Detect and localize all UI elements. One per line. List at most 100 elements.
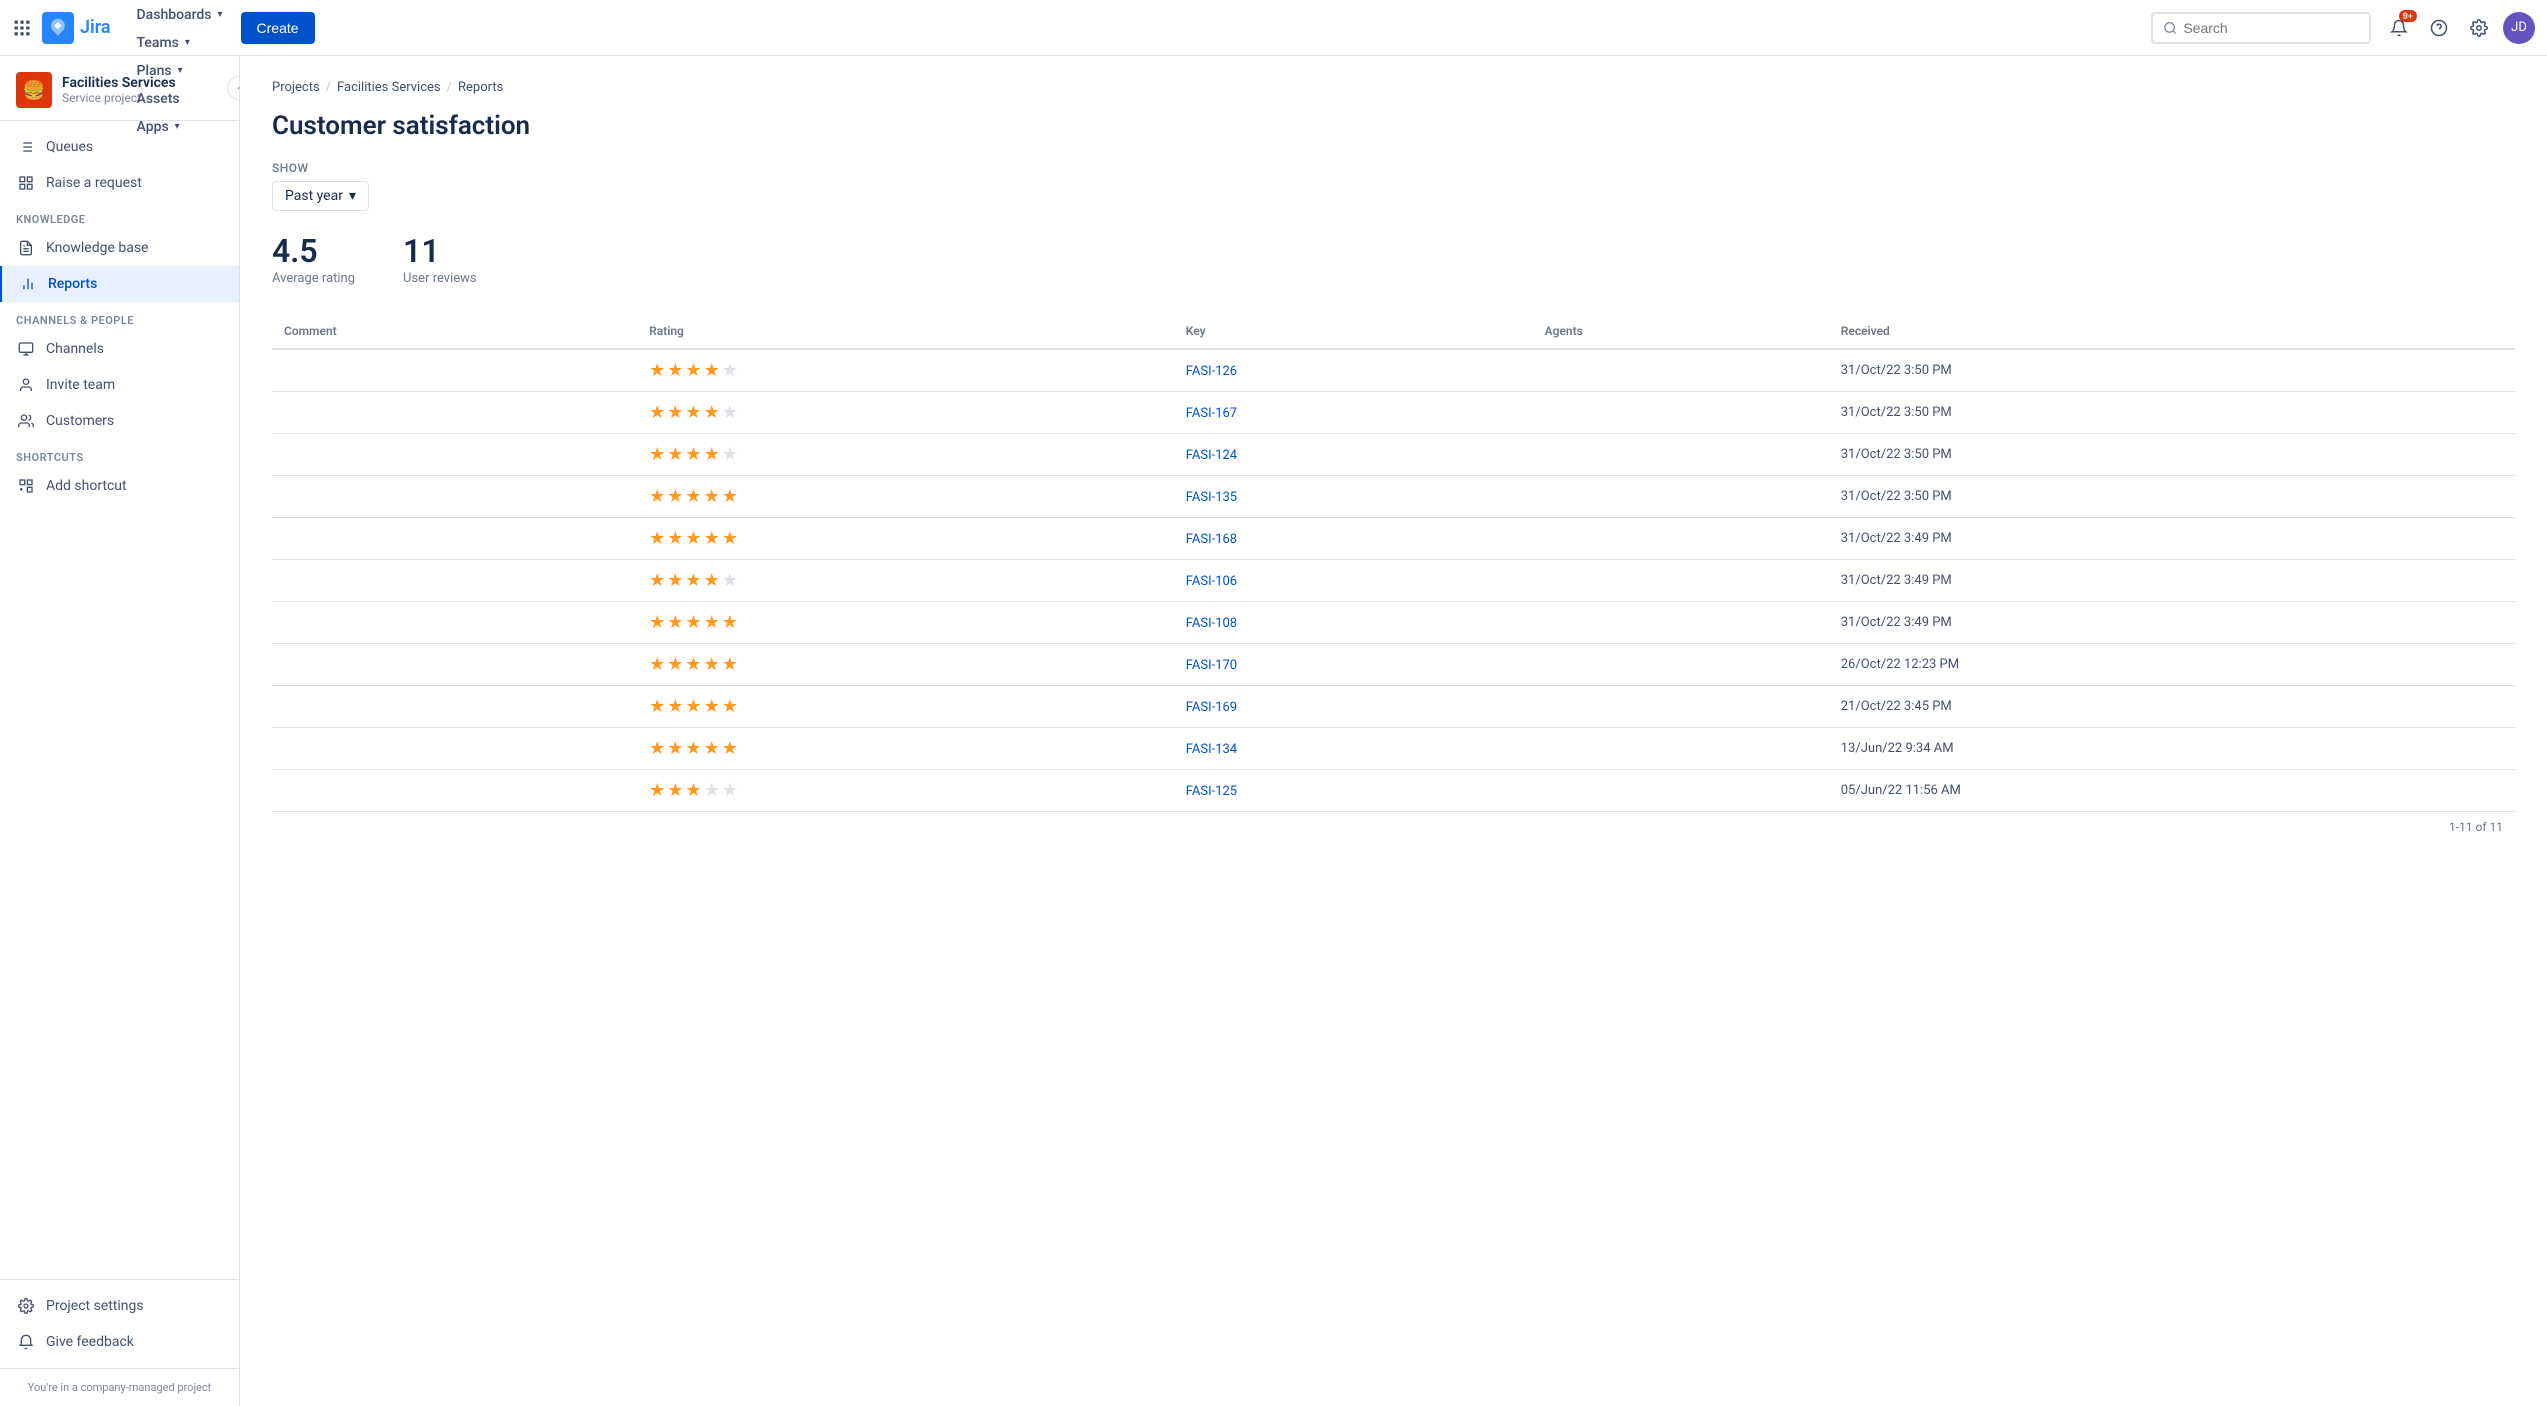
average-rating-stat: 4.5 Average rating bbox=[272, 235, 355, 286]
star-filled: ★ bbox=[667, 444, 683, 465]
cell-rating: ★★★★★ bbox=[637, 518, 1174, 560]
issue-key-link[interactable]: FASI-108 bbox=[1186, 616, 1237, 631]
shortcuts-section-label: SHORTCUTS bbox=[0, 439, 239, 468]
cell-received: 21/Oct/22 3:45 PM bbox=[1829, 686, 2515, 728]
cell-comment bbox=[272, 602, 637, 644]
settings-button[interactable] bbox=[2463, 12, 2495, 44]
filter-dropdown[interactable]: Past year ▾ bbox=[272, 181, 369, 211]
star-filled: ★ bbox=[685, 738, 701, 759]
cell-agents bbox=[1533, 770, 1829, 812]
sidebar-item-add-shortcut[interactable]: Add shortcut bbox=[0, 468, 239, 504]
topnav-item-apps[interactable]: Apps▾ bbox=[127, 113, 233, 141]
table-row: ★★★★★FASI-10631/Oct/22 3:49 PM bbox=[272, 560, 2515, 602]
star-filled: ★ bbox=[667, 486, 683, 507]
filter-value: Past year bbox=[285, 188, 343, 204]
user-avatar[interactable]: JD bbox=[2503, 12, 2535, 44]
cell-rating: ★★★★★ bbox=[637, 644, 1174, 686]
cell-key[interactable]: FASI-168 bbox=[1174, 518, 1533, 560]
star-filled: ★ bbox=[649, 402, 665, 423]
issue-key-link[interactable]: FASI-124 bbox=[1186, 448, 1237, 463]
sidebar-item-project-settings[interactable]: Project settings bbox=[0, 1288, 239, 1324]
topnav-item-teams[interactable]: Teams▾ bbox=[127, 29, 233, 57]
cell-comment bbox=[272, 518, 637, 560]
cell-received: 05/Jun/22 11:56 AM bbox=[1829, 770, 2515, 812]
sidebar-item-channels[interactable]: Channels bbox=[0, 331, 239, 367]
star-empty: ★ bbox=[722, 444, 738, 465]
queues-icon bbox=[16, 137, 36, 157]
breadcrumb-facilities-services[interactable]: Facilities Services bbox=[337, 80, 441, 95]
cell-key[interactable]: FASI-124 bbox=[1174, 434, 1533, 476]
topnav-item-plans[interactable]: Plans▾ bbox=[127, 57, 233, 85]
grid-menu-button[interactable] bbox=[12, 18, 32, 38]
stats-row: 4.5 Average rating 11 User reviews bbox=[272, 235, 2515, 286]
star-filled: ★ bbox=[649, 696, 665, 717]
cell-key[interactable]: FASI-170 bbox=[1174, 644, 1533, 686]
issue-key-link[interactable]: FASI-106 bbox=[1186, 574, 1237, 589]
issue-key-link[interactable]: FASI-134 bbox=[1186, 742, 1237, 757]
project-settings-icon bbox=[16, 1296, 36, 1316]
sidebar-item-invite-team[interactable]: Invite team bbox=[0, 367, 239, 403]
cell-key[interactable]: FASI-167 bbox=[1174, 392, 1533, 434]
chevron-down-icon: ▾ bbox=[178, 65, 183, 76]
project-settings-label: Project settings bbox=[46, 1298, 144, 1314]
cell-key[interactable]: FASI-169 bbox=[1174, 686, 1533, 728]
star-empty: ★ bbox=[722, 360, 738, 381]
star-filled: ★ bbox=[722, 528, 738, 549]
cell-key[interactable]: FASI-134 bbox=[1174, 728, 1533, 770]
star-filled: ★ bbox=[649, 654, 665, 675]
sidebar-item-give-feedback[interactable]: Give feedback bbox=[0, 1324, 239, 1360]
issue-key-link[interactable]: FASI-125 bbox=[1186, 784, 1237, 799]
issue-key-link[interactable]: FASI-126 bbox=[1186, 364, 1237, 379]
issue-key-link[interactable]: FASI-168 bbox=[1186, 532, 1237, 547]
issue-key-link[interactable]: FASI-167 bbox=[1186, 406, 1237, 421]
cell-received: 26/Oct/22 12:23 PM bbox=[1829, 644, 2515, 686]
star-filled: ★ bbox=[685, 528, 701, 549]
star-filled: ★ bbox=[685, 654, 701, 675]
cell-rating: ★★★★★ bbox=[637, 560, 1174, 602]
jira-logo[interactable]: Jira bbox=[42, 12, 111, 44]
cell-rating: ★★★★★ bbox=[637, 434, 1174, 476]
pagination: 1-11 of 11 bbox=[272, 812, 2515, 842]
col-key: Key bbox=[1174, 314, 1533, 349]
user-reviews-stat: 11 User reviews bbox=[403, 235, 477, 286]
create-button[interactable]: Create bbox=[241, 12, 315, 44]
sidebar-item-customers[interactable]: Customers bbox=[0, 403, 239, 439]
sidebar-item-raise-request[interactable]: Raise a request bbox=[0, 165, 239, 201]
cell-agents bbox=[1533, 686, 1829, 728]
cell-agents bbox=[1533, 560, 1829, 602]
cell-comment bbox=[272, 686, 637, 728]
col-received: Received bbox=[1829, 314, 2515, 349]
help-button[interactable] bbox=[2423, 12, 2455, 44]
issue-key-link[interactable]: FASI-169 bbox=[1186, 700, 1237, 715]
cell-key[interactable]: FASI-108 bbox=[1174, 602, 1533, 644]
cell-key[interactable]: FASI-126 bbox=[1174, 349, 1533, 392]
star-filled: ★ bbox=[704, 612, 720, 633]
star-filled: ★ bbox=[667, 360, 683, 381]
cell-key[interactable]: FASI-106 bbox=[1174, 560, 1533, 602]
cell-comment bbox=[272, 728, 637, 770]
cell-key[interactable]: FASI-135 bbox=[1174, 476, 1533, 518]
average-rating-value: 4.5 bbox=[272, 235, 355, 267]
raise-request-icon bbox=[16, 173, 36, 193]
search-input[interactable] bbox=[2183, 20, 2359, 36]
cell-comment bbox=[272, 560, 637, 602]
notification-count: 9+ bbox=[2399, 10, 2417, 22]
table-row: ★★★★★FASI-12505/Jun/22 11:56 AM bbox=[272, 770, 2515, 812]
sidebar-item-knowledge-base[interactable]: Knowledge base bbox=[0, 230, 239, 266]
breadcrumb: Projects / Facilities Services / Reports bbox=[272, 80, 2515, 95]
breadcrumb-projects[interactable]: Projects bbox=[272, 80, 320, 95]
topnav-item-dashboards[interactable]: Dashboards▾ bbox=[127, 1, 233, 29]
topnav-item-assets[interactable]: Assets bbox=[127, 85, 233, 113]
star-filled: ★ bbox=[704, 570, 720, 591]
search-box[interactable] bbox=[2151, 12, 2371, 44]
sidebar-item-reports[interactable]: Reports bbox=[0, 266, 239, 302]
settings-icon bbox=[2470, 19, 2488, 37]
knowledge-section-label: KNOWLEDGE bbox=[0, 201, 239, 230]
notifications-button[interactable]: 9+ bbox=[2383, 12, 2415, 44]
cell-comment bbox=[272, 434, 637, 476]
issue-key-link[interactable]: FASI-170 bbox=[1186, 658, 1237, 673]
show-label: Show bbox=[272, 161, 2515, 175]
main-content: Projects / Facilities Services / Reports… bbox=[240, 56, 2547, 1406]
issue-key-link[interactable]: FASI-135 bbox=[1186, 490, 1237, 505]
cell-key[interactable]: FASI-125 bbox=[1174, 770, 1533, 812]
